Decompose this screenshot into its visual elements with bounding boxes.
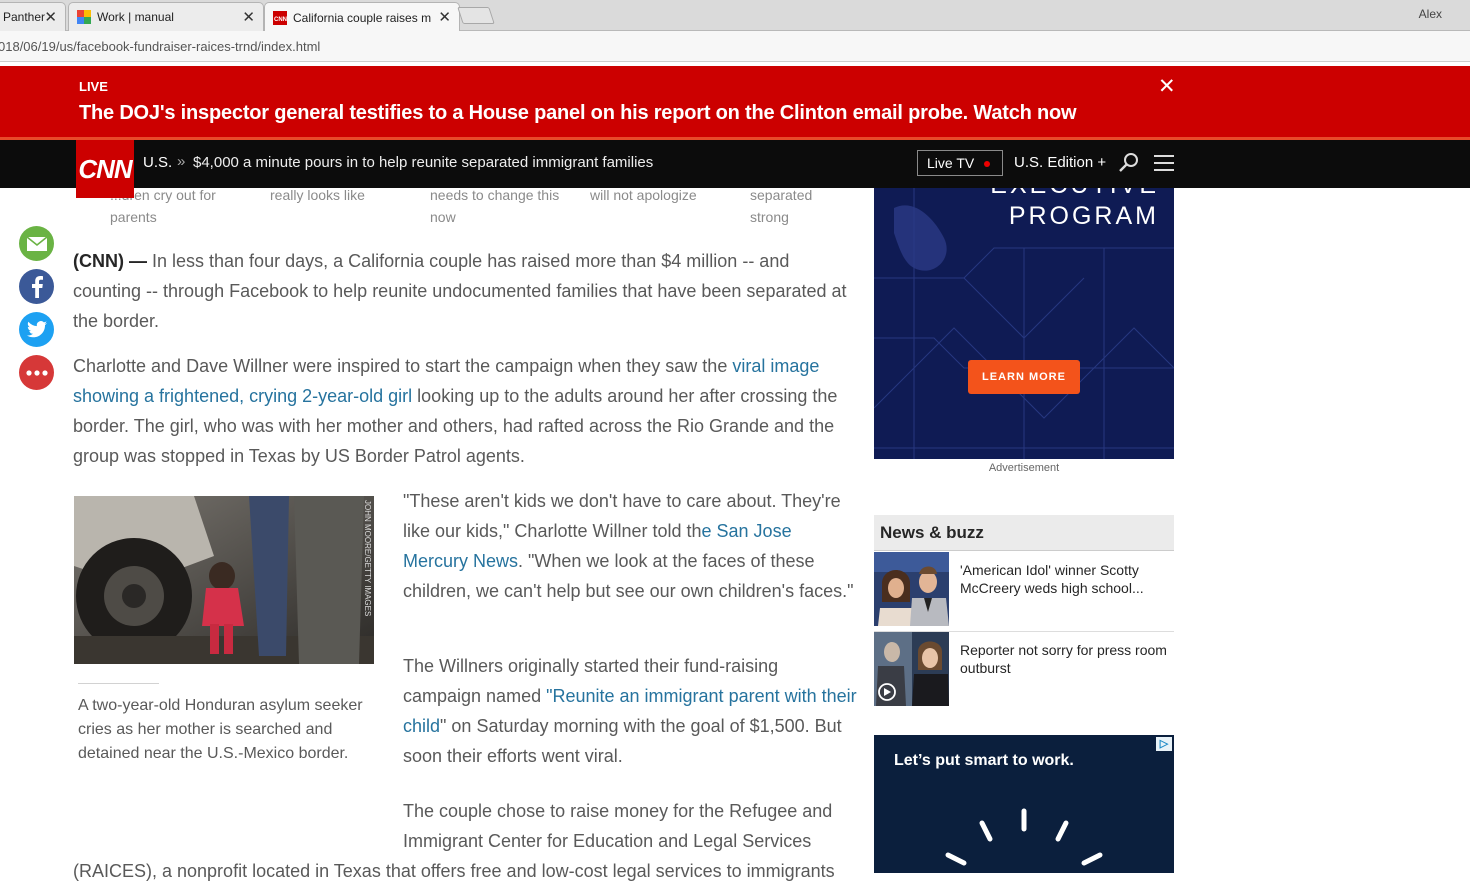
related-line: needs to change this: [430, 187, 560, 203]
url-text[interactable]: 018/06/19/us/facebook-fundraiser-raices-…: [0, 39, 320, 54]
article-paragraph-4: The Willners originally started their fu…: [403, 651, 858, 771]
news-buzz-heading: News & buzz: [874, 515, 1174, 551]
tab-close-icon[interactable]: ✕: [44, 8, 57, 26]
live-tv-label: Live TV: [927, 155, 975, 171]
live-message-link[interactable]: The DOJ's inspector general testifies to…: [79, 102, 1077, 125]
browser-tab-strip: Panther ✕ Work | manual ✕ CNN California…: [0, 0, 1470, 32]
live-banner[interactable]: LIVE The DOJ's inspector general testifi…: [0, 66, 1470, 140]
advertisement-label: Advertisement: [988, 462, 1060, 474]
ad-heading: PROGRAM: [1008, 202, 1159, 230]
hamburger-menu-icon[interactable]: [1154, 155, 1174, 176]
related-story-3[interactable]: needs to change this now: [430, 184, 580, 228]
caption-divider: [78, 683, 159, 684]
news-buzz-item[interactable]: 'American Idol' winner Scotty McCreery w…: [874, 552, 1174, 628]
smart-to-work-ad[interactable]: Let’s put smart to work. ▷: [874, 735, 1174, 873]
news-headline: 'American Idol' winner Scotty McCreery w…: [960, 562, 1144, 596]
browser-tab-work-manual[interactable]: Work | manual ✕: [68, 2, 264, 31]
google-drive-favicon-icon: [77, 10, 91, 24]
article-paragraph-2: Charlotte and Dave Willner were inspired…: [73, 351, 858, 471]
address-bar[interactable]: 018/06/19/us/facebook-fundraiser-raices-…: [0, 31, 1470, 62]
tab-title: Work | manual: [97, 10, 174, 24]
paragraph-text: Charlotte and Dave Willner were inspired…: [73, 356, 733, 376]
article-paragraph-6: (RAICES), a nonprofit located in Texas t…: [73, 861, 835, 881]
browser-tab-cnn-article[interactable]: CNN California couple raises m ✕: [264, 2, 460, 32]
photo-caption: A two-year-old Honduran asylum seeker cr…: [78, 697, 363, 762]
learn-more-button[interactable]: LEARN MORE: [968, 360, 1080, 394]
related-line: will not apologize: [590, 187, 697, 203]
facebook-share-icon[interactable]: [19, 269, 54, 304]
tab-title: California couple raises m: [293, 10, 432, 25]
related-story-5[interactable]: separated strong: [750, 184, 850, 228]
article-paragraph-5: The couple chose to raise money for the …: [403, 801, 833, 851]
profile-name[interactable]: Alex: [1419, 7, 1442, 21]
article-paragraph-1: (CNN) — In less than four days, a Califo…: [73, 246, 858, 336]
related-story-2[interactable]: really looks like: [270, 184, 420, 206]
related-line: separated: [750, 187, 813, 203]
edition-picker[interactable]: U.S. Edition +: [1014, 154, 1106, 171]
article-photo[interactable]: JOHN MOORE/GETTY IMAGES: [74, 496, 374, 664]
ad-heading-clipped: EXECUTIVE: [990, 188, 1159, 200]
news-headline: Reporter not sorry for press room outbur…: [960, 642, 1167, 676]
related-line: parents: [110, 209, 157, 225]
executive-program-ad[interactable]: EXECUTIVE PROGRAM LEARN MORE: [874, 188, 1174, 459]
section-link[interactable]: U.S.: [143, 154, 172, 171]
article-paragraph-3: "These aren't kids we don't have to care…: [403, 486, 858, 606]
related-line: really looks like: [270, 187, 365, 203]
search-icon[interactable]: [1118, 152, 1140, 174]
news-thumbnail: [874, 632, 949, 706]
live-dot-icon: [984, 161, 991, 168]
news-buzz-item[interactable]: Reporter not sorry for press room outbur…: [874, 632, 1174, 708]
cnn-logo[interactable]: CNN: [76, 140, 134, 198]
banner-close-icon[interactable]: ✕: [1158, 74, 1176, 99]
svg-text:CNN: CNN: [274, 17, 287, 23]
related-line: strong: [750, 209, 789, 225]
related-story-4[interactable]: will not apologize: [590, 184, 740, 206]
live-tv-button[interactable]: Live TV: [917, 150, 1003, 176]
email-share-icon[interactable]: [19, 226, 54, 261]
more-share-icon[interactable]: [19, 355, 54, 390]
nav-headline: $4,000 a minute pours in to help reunite…: [193, 154, 654, 171]
paragraph-text: " on Saturday morning with the goal of $…: [403, 716, 842, 766]
cnn-favicon-icon: CNN: [273, 10, 287, 25]
tab-close-icon[interactable]: ✕: [242, 8, 255, 26]
breadcrumb-chevron-icon: »: [177, 153, 186, 170]
browser-tab-panther[interactable]: Panther ✕: [0, 2, 66, 31]
burst-lines-graphic: [945, 808, 1103, 866]
new-tab-button[interactable]: [457, 7, 495, 24]
news-thumbnail: [874, 552, 949, 626]
dateline: (CNN) —: [73, 251, 147, 271]
twitter-share-icon[interactable]: [19, 312, 54, 347]
related-line: now: [430, 209, 456, 225]
paragraph-text: In less than four days, a California cou…: [73, 251, 847, 331]
crying-child-photo-image: [74, 496, 374, 664]
cnn-nav-bar: CNN U.S. » $4,000 a minute pours in to h…: [0, 140, 1470, 198]
tab-close-icon[interactable]: ✕: [438, 8, 451, 26]
photo-credit: JOHN MOORE/GETTY IMAGES: [363, 500, 372, 617]
live-label: LIVE: [79, 79, 108, 94]
